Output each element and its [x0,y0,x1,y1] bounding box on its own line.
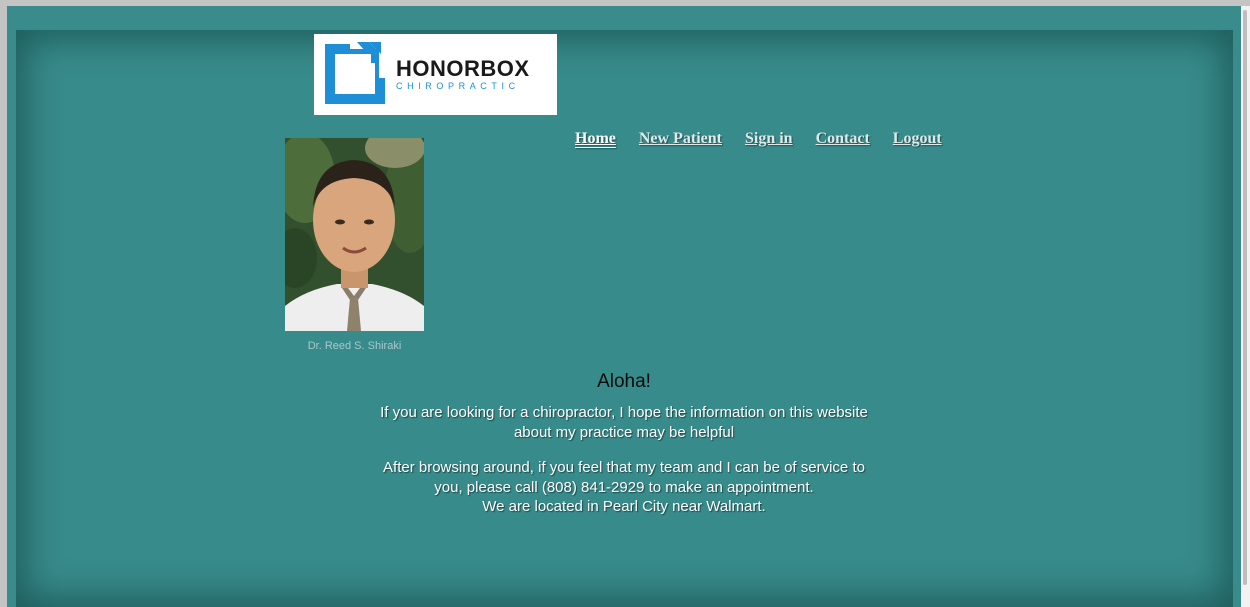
photo-caption: Dr. Reed S. Shiraki [307,340,402,352]
logo-subtitle: CHIROPRACTIC [396,81,520,91]
nav-sign-in-link[interactable]: Sign in [745,130,793,148]
scrollbar-thumb[interactable] [1243,10,1247,585]
intro-line: about my practice may be helpful [513,423,735,441]
location-line: We are located in Pearl City near Walmar… [482,498,766,515]
main-nav: Home New Patient Sign in Contact Logout [575,130,942,148]
nav-logout-link[interactable]: Logout [893,130,942,148]
appointment-line: After browsing around, if you feel that … [383,459,865,476]
appointment-paragraph: After browsing around, if you feel that … [340,458,908,517]
logo-wordmark: HONORBOX [396,56,530,81]
nav-home-link[interactable]: Home [575,130,616,148]
intro-paragraph: If you are looking for a chiropractor, I… [340,403,908,442]
intro-line: If you are looking for a chiropractor, I… [380,404,868,421]
appointment-line: you, please call (808) 841-2929 to make … [434,478,814,496]
nav-new-patient-link[interactable]: New Patient [639,130,722,148]
nav-contact-link[interactable]: Contact [816,130,870,148]
welcome-section: Aloha! If you are looking for a chiropra… [340,371,908,533]
doctor-photo [285,138,424,331]
greeting-heading: Aloha! [597,371,651,392]
site-logo[interactable]: HONORBOX CHIROPRACTIC [314,34,557,115]
logo-mark-icon [325,40,388,104]
